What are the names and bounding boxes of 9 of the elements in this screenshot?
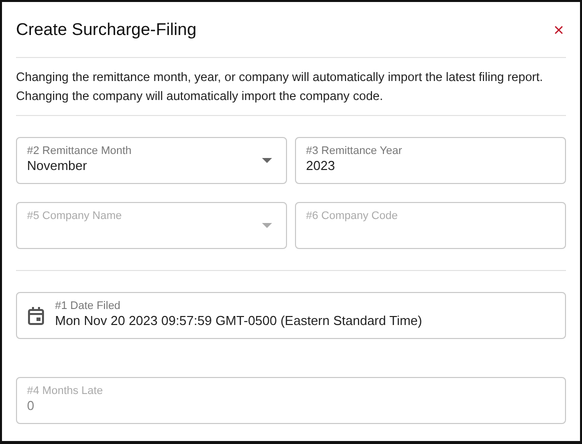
text-field[interactable]: #3 Remittance Year 2023: [295, 137, 566, 184]
info-text: Changing the remittance month, year, or company will automatically import the latest filing report.: [16, 70, 544, 84]
calendar-icon[interactable]: [27, 306, 45, 326]
close-button[interactable]: ×: [551, 20, 566, 38]
dropdown-caret-icon[interactable]: [262, 158, 272, 163]
date-field[interactable]: #1 Date Filed Mon Nov 20 2023 09:57:59 GMT-0500 (Eastern Standard Time): [16, 292, 566, 339]
dialog-title: Create Surcharge-Filing: [16, 20, 196, 40]
select-field[interactable]: #2 Remittance Month November: [16, 137, 287, 184]
info-text: Changing the company will automatically import the company code.: [16, 89, 384, 103]
